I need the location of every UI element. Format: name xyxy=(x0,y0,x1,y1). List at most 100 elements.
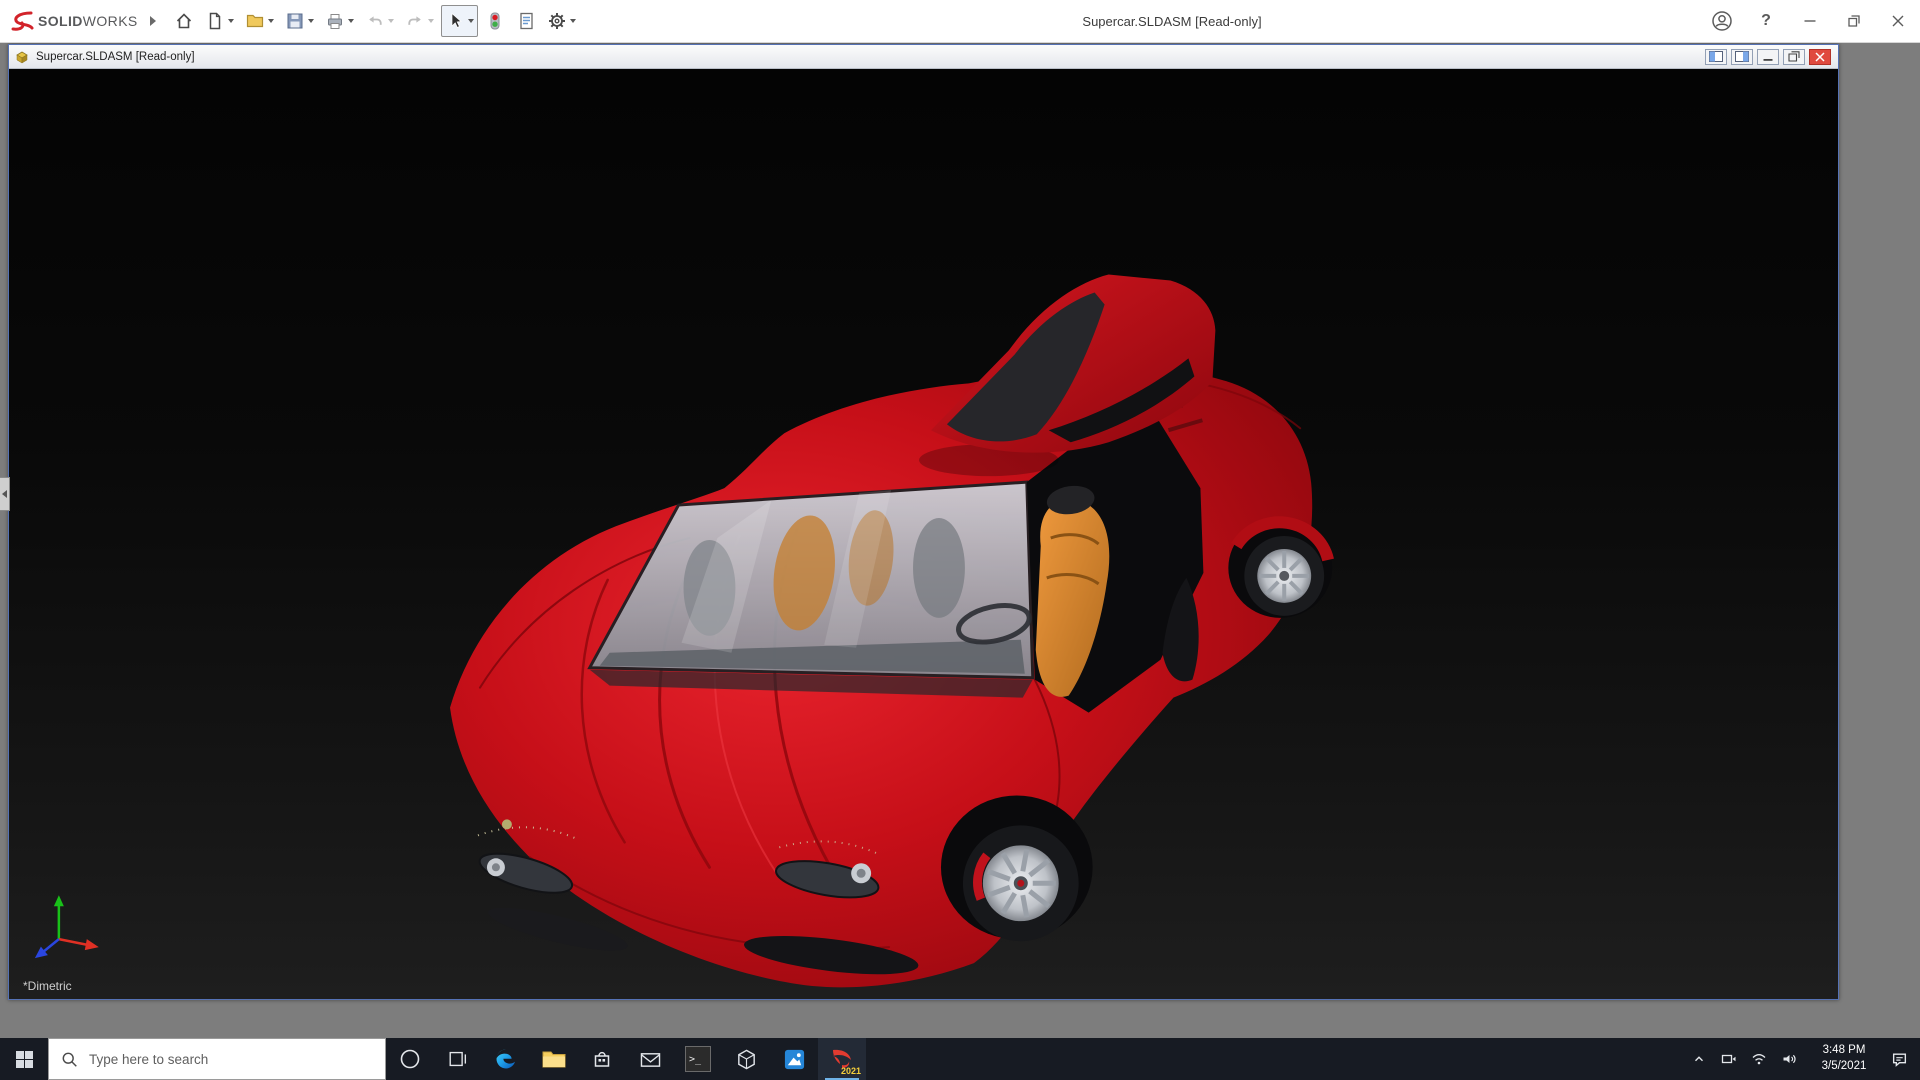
rebuild-button[interactable] xyxy=(481,5,509,37)
terminal-button[interactable]: >_ xyxy=(674,1038,722,1080)
action-center-button[interactable] xyxy=(1884,1038,1914,1080)
minimize-button[interactable] xyxy=(1788,0,1832,43)
taskbar-search[interactable] xyxy=(48,1038,386,1080)
options-dropdown-icon[interactable] xyxy=(569,19,576,23)
select-dropdown-icon[interactable] xyxy=(467,19,474,23)
mail-button[interactable] xyxy=(626,1038,674,1080)
windshield[interactable] xyxy=(587,480,1035,680)
cube-app-icon xyxy=(737,1049,755,1069)
doc-close-button[interactable] xyxy=(1809,48,1831,65)
new-file-icon xyxy=(209,12,220,30)
solidworks-logo: SOLIDWORKS xyxy=(10,11,138,31)
home-button[interactable] xyxy=(170,5,198,37)
solidworks-taskbar-button[interactable]: 2021 xyxy=(818,1038,866,1080)
document-title: Supercar.SLDASM [Read-only] xyxy=(36,50,195,63)
mail-icon xyxy=(640,1052,660,1067)
next-window-button[interactable] xyxy=(1731,48,1753,65)
file-explorer-button[interactable] xyxy=(530,1038,578,1080)
redo-button[interactable] xyxy=(401,5,438,37)
car-model[interactable] xyxy=(450,274,1334,988)
volume-button[interactable] xyxy=(1774,1038,1804,1080)
meet-now-button[interactable] xyxy=(1714,1038,1744,1080)
search-input[interactable] xyxy=(87,1050,385,1068)
taskbar-clock[interactable]: 3:48 PM 3/5/2021 xyxy=(1804,1038,1884,1080)
redo-dropdown-icon[interactable] xyxy=(427,19,434,23)
doc-close-icon xyxy=(1815,51,1825,62)
print-dropdown-icon[interactable] xyxy=(347,19,354,23)
doc-minimize-button[interactable] xyxy=(1757,48,1779,65)
redo-icon xyxy=(408,16,421,25)
orientation-triad[interactable] xyxy=(34,895,99,959)
assembly-file-icon xyxy=(16,51,28,63)
cortana-icon xyxy=(400,1049,420,1069)
store-icon xyxy=(594,1051,610,1067)
viewport-canvas[interactable] xyxy=(9,69,1838,999)
options-button[interactable] xyxy=(543,5,580,37)
toolbar-expand-icon[interactable] xyxy=(149,16,156,26)
account-icon xyxy=(1712,11,1732,31)
clock-time: 3:48 PM xyxy=(1822,1044,1866,1057)
minimize-icon xyxy=(1804,20,1816,22)
file-properties-icon xyxy=(520,12,533,30)
rebuild-icon xyxy=(490,12,500,30)
save-dropdown-icon[interactable] xyxy=(307,19,314,23)
wifi-icon xyxy=(1752,1054,1766,1065)
document-titlebar[interactable]: Supercar.SLDASM [Read-only] xyxy=(9,45,1838,69)
task-view-button[interactable] xyxy=(434,1038,482,1080)
open-file-button[interactable] xyxy=(241,5,278,37)
document-window[interactable]: Supercar.SLDASM [Read-only] *Dimetric xyxy=(8,44,1839,1000)
doc-minimize-icon xyxy=(1763,59,1773,61)
maximize-button[interactable] xyxy=(1832,0,1876,43)
open-file-icon xyxy=(246,14,263,28)
options-gear-icon xyxy=(548,13,565,29)
close-button[interactable] xyxy=(1876,0,1920,43)
camera-icon xyxy=(1721,1054,1736,1064)
select-cursor-icon xyxy=(451,12,462,28)
undo-dropdown-icon[interactable] xyxy=(387,19,394,23)
brand-text: SOLIDWORKS xyxy=(38,13,138,29)
start-button[interactable] xyxy=(0,1038,48,1080)
graphics-viewport[interactable]: *Dimetric xyxy=(9,69,1838,999)
new-file-dropdown-icon[interactable] xyxy=(227,19,234,23)
file-explorer-icon xyxy=(542,1051,566,1068)
solidworks-year-badge: 2021 xyxy=(840,1066,861,1076)
network-button[interactable] xyxy=(1744,1038,1774,1080)
edge-button[interactable] xyxy=(482,1038,530,1080)
app-title: Supercar.SLDASM [Read-only] xyxy=(1082,14,1262,29)
chevron-up-icon xyxy=(1695,1056,1703,1062)
store-button[interactable] xyxy=(578,1038,626,1080)
open-file-dropdown-icon[interactable] xyxy=(267,19,274,23)
app-window-controls: ? xyxy=(1700,0,1920,43)
task-view-icon xyxy=(449,1051,467,1067)
document-window-controls xyxy=(1705,48,1834,65)
cortana-button[interactable] xyxy=(386,1038,434,1080)
account-button[interactable] xyxy=(1700,0,1744,43)
new-file-button[interactable] xyxy=(201,5,238,37)
hidden-icons-button[interactable] xyxy=(1684,1038,1714,1080)
doc-restore-button[interactable] xyxy=(1783,48,1805,65)
rear-wheel[interactable] xyxy=(1228,516,1334,618)
split-right-icon xyxy=(1735,51,1749,62)
undo-button[interactable] xyxy=(361,5,398,37)
save-button[interactable] xyxy=(281,5,318,37)
solidworks-logo-icon xyxy=(11,11,34,31)
restore-icon xyxy=(1848,15,1860,27)
speaker-icon xyxy=(1783,1054,1796,1064)
notification-icon xyxy=(1892,1052,1906,1067)
doc-restore-icon xyxy=(1788,51,1800,62)
cube-app-button[interactable] xyxy=(722,1038,770,1080)
split-left-icon xyxy=(1709,51,1723,62)
help-icon: ? xyxy=(1761,12,1771,29)
file-properties-button[interactable] xyxy=(512,5,540,37)
quick-access-toolbar xyxy=(170,5,580,37)
help-button[interactable]: ? xyxy=(1744,0,1788,43)
select-tool-button[interactable] xyxy=(440,5,478,37)
print-icon xyxy=(327,14,342,29)
collapsed-pane-tab[interactable] xyxy=(0,477,10,511)
print-button[interactable] xyxy=(321,5,358,37)
photos-app-button[interactable] xyxy=(770,1038,818,1080)
terminal-icon: >_ xyxy=(685,1046,711,1072)
save-icon xyxy=(287,13,303,29)
chevron-left-icon xyxy=(2,490,7,498)
previous-window-button[interactable] xyxy=(1705,48,1727,65)
